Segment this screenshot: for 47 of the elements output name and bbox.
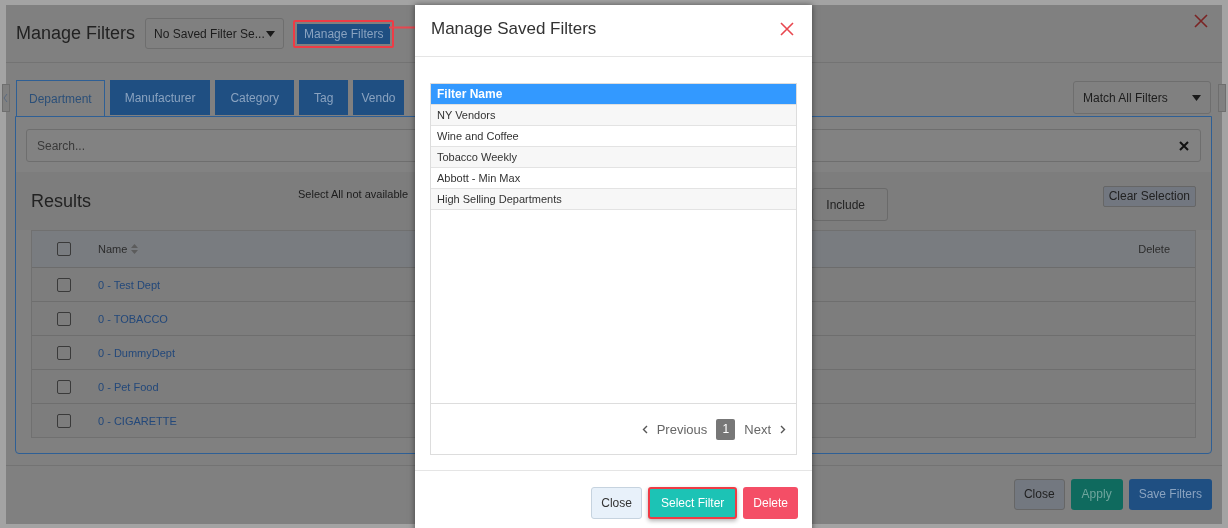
column-header: Filter Name — [431, 84, 796, 105]
row-checkbox[interactable] — [57, 311, 71, 326]
saved-filter-row[interactable]: Tobacco Weekly — [431, 147, 796, 168]
footer-button[interactable]: Close — [1013, 478, 1065, 510]
filter-tab[interactable]: Department — [16, 80, 105, 116]
match-select[interactable]: Match All Filters — [1073, 81, 1211, 114]
chevron-left-icon — [641, 424, 648, 434]
modal-button[interactable]: Delete — [743, 487, 798, 519]
department-link[interactable]: 0 - Test Dept — [98, 278, 161, 291]
results-heading: Results — [31, 190, 92, 212]
include-button[interactable]: Include — [812, 188, 888, 221]
filter-tab[interactable]: Vendo — [353, 80, 404, 115]
chevron-right-icon — [780, 424, 786, 434]
row-checkbox[interactable] — [57, 345, 71, 360]
previous-button[interactable]: Previous — [641, 421, 708, 437]
department-link[interactable]: 0 - Pet Food — [98, 380, 159, 393]
dialog-title: Manage Filters — [16, 23, 136, 44]
next-button[interactable]: Next — [744, 421, 786, 437]
saved-filter-select[interactable]: No Saved Filter Se... — [145, 18, 285, 49]
column-header[interactable]: Name — [98, 243, 139, 255]
department-link[interactable]: 0 - CIGARETTE — [98, 414, 177, 427]
filter-tab[interactable]: Category — [215, 80, 295, 115]
saved-filter-row[interactable]: High Selling Departments — [431, 189, 796, 210]
row-checkbox[interactable] — [57, 413, 71, 428]
clear-selection-button[interactable]: Clear Selection — [1102, 185, 1196, 207]
close-icon[interactable] — [1194, 14, 1208, 28]
clear-icon[interactable] — [1179, 141, 1189, 151]
close-icon[interactable] — [780, 21, 794, 36]
modal-button[interactable]: Select Filter — [647, 487, 738, 519]
caret-icon — [266, 30, 276, 37]
caret-icon — [1192, 94, 1201, 101]
column-header[interactable]: Delete — [1138, 243, 1170, 255]
department-link[interactable]: 0 - DummyDept — [98, 346, 176, 359]
footer-button[interactable]: Save Filters — [1128, 478, 1212, 510]
select-all-checkbox[interactable] — [57, 242, 71, 256]
select-all-note: Select All not available — [298, 188, 409, 200]
modal-title: Manage Saved Filters — [431, 18, 597, 39]
department-link[interactable]: 0 - TOBACCO — [98, 312, 168, 325]
page-number[interactable]: 1 — [716, 418, 736, 440]
manage-filters-button[interactable]: Manage Filters — [293, 19, 395, 48]
row-checkbox[interactable] — [57, 379, 71, 394]
row-checkbox[interactable] — [57, 277, 71, 292]
saved-filter-row[interactable]: NY Vendors — [431, 105, 796, 126]
filter-tab[interactable]: Manufacturer — [109, 80, 211, 115]
filter-tab[interactable]: Tag — [299, 80, 349, 115]
modal-button[interactable]: Close — [591, 487, 642, 519]
footer-button[interactable]: Apply — [1070, 478, 1123, 510]
